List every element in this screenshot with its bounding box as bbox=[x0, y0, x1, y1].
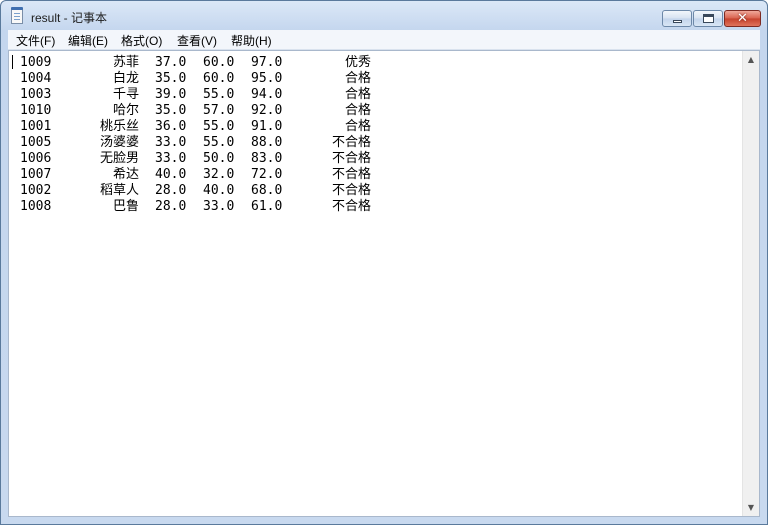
field-id: 1009 bbox=[20, 55, 52, 70]
field-s1: 35.0 bbox=[155, 71, 187, 86]
minimize-button[interactable] bbox=[662, 10, 692, 27]
text-caret bbox=[12, 55, 13, 69]
field-id: 1007 bbox=[20, 167, 52, 182]
field-s2: 57.0 bbox=[203, 103, 235, 118]
field-s1: 35.0 bbox=[155, 103, 187, 118]
field-name: 哈尔 bbox=[112, 103, 139, 118]
field-s3: 91.0 bbox=[251, 119, 283, 134]
field-s2: 40.0 bbox=[203, 183, 235, 198]
field-grade: 合格 bbox=[344, 103, 371, 118]
field-s3: 92.0 bbox=[251, 103, 283, 118]
field-s1: 37.0 bbox=[155, 55, 187, 70]
field-grade: 不合格 bbox=[331, 151, 371, 166]
text-editor[interactable]: 1009 苏菲 37.0 60.0 97.0 优秀 1004 白龙 35.0 60.0 95.0 合格… bbox=[8, 50, 760, 517]
field-s3: 83.0 bbox=[251, 151, 283, 166]
field-grade: 优秀 bbox=[344, 55, 371, 70]
field-id: 1004 bbox=[20, 71, 52, 86]
notepad-icon[interactable] bbox=[11, 7, 23, 24]
field-id: 1003 bbox=[20, 87, 52, 102]
minimize-icon bbox=[673, 20, 682, 23]
field-id: 1008 bbox=[20, 199, 52, 214]
field-grade: 不合格 bbox=[331, 135, 371, 150]
field-id: 1001 bbox=[20, 119, 52, 134]
field-s2: 55.0 bbox=[203, 87, 235, 102]
field-name: 千寻 bbox=[112, 87, 139, 102]
field-s1: 36.0 bbox=[155, 119, 187, 134]
menu-edit[interactable]: 编辑(E) bbox=[68, 32, 108, 49]
close-icon: ✕ bbox=[737, 11, 748, 26]
field-s1: 39.0 bbox=[155, 87, 187, 102]
field-name: 汤婆婆 bbox=[99, 135, 139, 150]
field-name: 稻草人 bbox=[99, 183, 139, 198]
field-id: 1005 bbox=[20, 135, 52, 150]
menu-bar: 文件(F) 编辑(E) 格式(O) 查看(V) 帮助(H) bbox=[8, 30, 760, 50]
menu-file[interactable]: 文件(F) bbox=[16, 32, 55, 49]
field-s3: 95.0 bbox=[251, 71, 283, 86]
scroll-up-icon[interactable]: ▲ bbox=[743, 51, 759, 68]
field-s2: 55.0 bbox=[203, 135, 235, 150]
scroll-down-icon[interactable]: ▼ bbox=[743, 499, 759, 516]
field-s1: 33.0 bbox=[155, 151, 187, 166]
field-name: 巴鲁 bbox=[112, 199, 139, 214]
field-s3: 61.0 bbox=[251, 199, 283, 214]
field-s2: 32.0 bbox=[203, 167, 235, 182]
window-title: result - 记事本 bbox=[31, 11, 108, 25]
close-button[interactable]: ✕ bbox=[724, 10, 761, 27]
notepad-window: result - 记事本 ✕ 文件(F) 编辑(E) 格式(O) 查看(V) 帮… bbox=[0, 0, 768, 525]
field-s2: 55.0 bbox=[203, 119, 235, 134]
field-grade: 不合格 bbox=[331, 167, 371, 182]
field-name: 白龙 bbox=[112, 71, 139, 86]
field-grade: 不合格 bbox=[331, 183, 371, 198]
field-grade: 合格 bbox=[344, 119, 371, 134]
field-s3: 97.0 bbox=[251, 55, 283, 70]
field-s1: 28.0 bbox=[155, 199, 187, 214]
menu-view[interactable]: 查看(V) bbox=[177, 32, 217, 49]
text-content[interactable]: 1009 苏菲 37.0 60.0 97.0 优秀 1004 白龙 35.0 60.0 95.0 合格… bbox=[9, 51, 742, 516]
field-grade: 合格 bbox=[344, 71, 371, 86]
field-name: 桃乐丝 bbox=[99, 119, 139, 134]
field-s1: 28.0 bbox=[155, 183, 187, 198]
maximize-button[interactable] bbox=[693, 10, 723, 27]
field-id: 1006 bbox=[20, 151, 52, 166]
field-s3: 94.0 bbox=[251, 87, 283, 102]
vertical-scrollbar[interactable]: ▲ ▼ bbox=[742, 51, 759, 516]
field-name: 希达 bbox=[112, 167, 139, 182]
field-name: 苏菲 bbox=[112, 55, 139, 70]
field-s3: 88.0 bbox=[251, 135, 283, 150]
field-name: 无脸男 bbox=[99, 151, 139, 166]
field-s2: 50.0 bbox=[203, 151, 235, 166]
menu-format[interactable]: 格式(O) bbox=[121, 32, 162, 49]
field-grade: 不合格 bbox=[331, 199, 371, 214]
field-s1: 40.0 bbox=[155, 167, 187, 182]
field-id: 1002 bbox=[20, 183, 52, 198]
field-grade: 合格 bbox=[344, 87, 371, 102]
field-s2: 33.0 bbox=[203, 199, 235, 214]
field-s2: 60.0 bbox=[203, 55, 235, 70]
field-s3: 68.0 bbox=[251, 183, 283, 198]
title-bar[interactable]: result - 记事本 ✕ bbox=[1, 1, 767, 31]
field-s2: 60.0 bbox=[203, 71, 235, 86]
field-id: 1010 bbox=[20, 103, 52, 118]
field-s3: 72.0 bbox=[251, 167, 283, 182]
maximize-icon bbox=[703, 14, 714, 23]
menu-help[interactable]: 帮助(H) bbox=[231, 32, 272, 49]
field-s1: 33.0 bbox=[155, 135, 187, 150]
